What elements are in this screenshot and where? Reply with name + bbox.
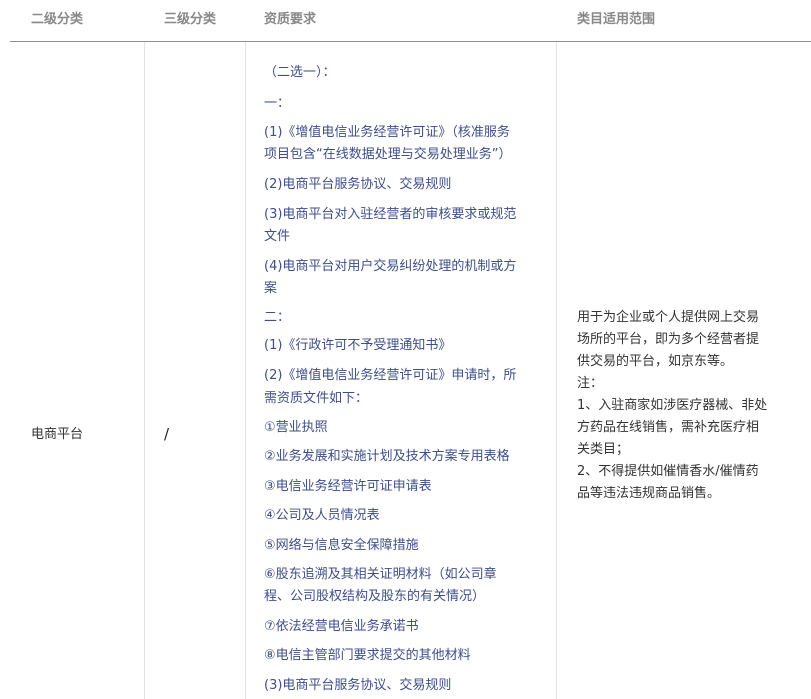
- header-qualification-requirements: 资质要求: [264, 12, 317, 27]
- scope-line: 2、不得提供如催情香水/催情药: [577, 464, 759, 479]
- requirement-line: (2)电商平台服务协议、交易规则: [264, 177, 452, 192]
- requirement-line: (1)《增值电信业务经营许可证》（核准服务: [264, 125, 510, 140]
- scope-line: 方药品在线销售，需补充医疗相: [577, 420, 760, 435]
- secondary-category-cell: 电商平台: [31, 427, 84, 442]
- scope-line: 关类目；: [577, 442, 630, 457]
- requirement-line: (1)《行政许可不予受理通知书》: [264, 338, 452, 353]
- column-divider: [245, 42, 246, 699]
- requirement-line: ①营业执照: [264, 420, 328, 435]
- header-category-scope: 类目适用范围: [577, 12, 656, 27]
- column-divider: [144, 42, 145, 699]
- header-divider: [10, 41, 811, 42]
- scope-line: 注：: [577, 376, 604, 391]
- requirement-line: ⑦依法经营电信业务承诺书: [264, 619, 419, 634]
- requirement-line: 一：: [264, 96, 291, 111]
- scope-line: 品等违法违规商品销售。: [577, 486, 721, 501]
- header-tertiary-category: 三级分类: [164, 12, 217, 27]
- requirement-line: 案: [264, 281, 278, 296]
- requirement-line: 二：: [264, 310, 291, 325]
- scope-line: 供交易的平台，如京东等。: [577, 354, 734, 369]
- scope-line: 场所的平台，即为多个经营者提: [577, 332, 760, 347]
- column-divider: [556, 42, 557, 699]
- requirement-line: (3)电商平台服务协议、交易规则: [264, 678, 452, 693]
- requirement-line: ④公司及人员情况表: [264, 508, 380, 523]
- qualification-table: 二级分类 三级分类 资质要求 类目适用范围 电商平台 / （二选一）： 一： (…: [0, 0, 811, 699]
- requirement-line: ⑥股东追溯及其相关证明材料（如公司章: [264, 567, 497, 582]
- requirement-line: 程、公司股权结构及股东的有关情况）: [264, 589, 486, 604]
- requirement-line: (4)电商平台对用户交易纠纷处理的机制或方: [264, 259, 517, 274]
- tertiary-category-cell: /: [164, 425, 170, 443]
- requirement-line: ③电信业务经营许可证申请表: [264, 479, 432, 494]
- requirement-line: ②业务发展和实施计划及技术方案专用表格: [264, 449, 510, 464]
- requirement-line: ⑧电信主管部门要求提交的其他材料: [264, 648, 471, 663]
- requirement-line: (2)《增值电信业务经营许可证》申请时，所: [264, 368, 517, 383]
- header-secondary-category: 二级分类: [31, 12, 84, 27]
- requirement-line: (3)电商平台对入驻经营者的审核要求或规范: [264, 207, 517, 222]
- scope-line: 用于为企业或个人提供网上交易: [577, 310, 760, 325]
- requirement-line: 项目包含“在线数据处理与交易处理业务”）: [264, 147, 512, 162]
- scope-line: 1、入驻商家如涉医疗器械、非处: [577, 398, 768, 413]
- requirement-line: 需资质文件如下：: [264, 391, 369, 406]
- requirement-line: 文件: [264, 229, 291, 244]
- requirement-line: ⑤网络与信息安全保障措施: [264, 538, 419, 553]
- requirement-line: （二选一）：: [264, 65, 336, 80]
